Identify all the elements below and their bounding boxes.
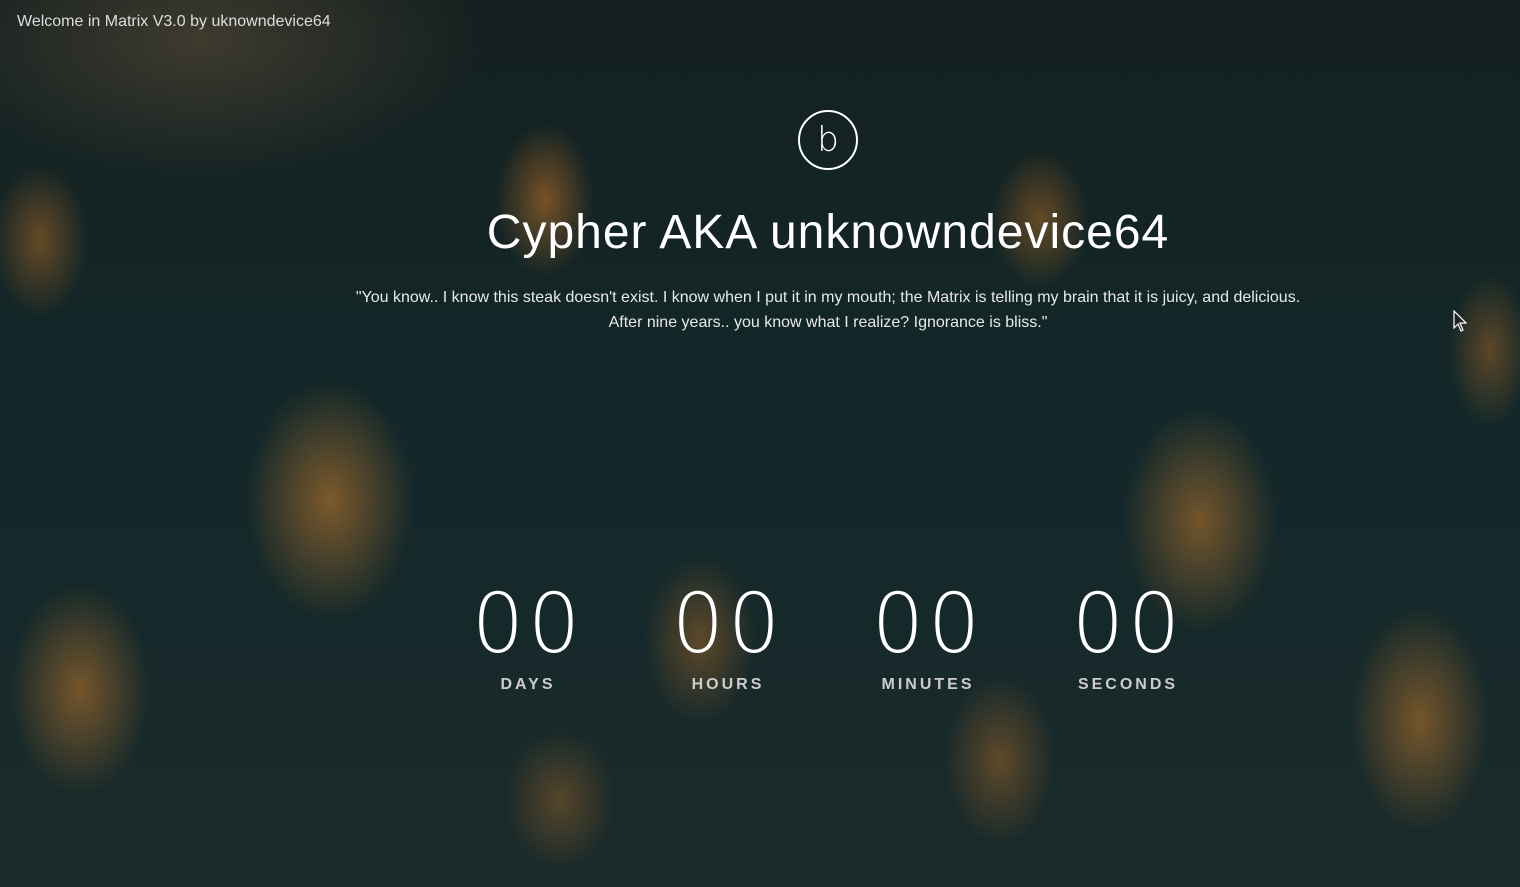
hours-value: 00 bbox=[671, 577, 785, 672]
seconds-label: SECONDS bbox=[1077, 676, 1179, 693]
minutes-label: MINUTES bbox=[881, 676, 975, 693]
days-label: DAYS bbox=[500, 676, 556, 693]
quote-line-2: After nine years.. you know what I reali… bbox=[608, 314, 1048, 331]
countdown-days: 00 DAYS bbox=[428, 580, 628, 694]
page-title: Cypher AKA unknowndevice64 bbox=[486, 206, 1170, 259]
welcome-text: Welcome in Matrix V3.0 by uknowndevice64 bbox=[17, 13, 331, 30]
countdown: 00 DAYS 00 HOURS 00 MINUTES 00 SECONDS bbox=[0, 580, 1520, 694]
days-value: 00 bbox=[471, 577, 585, 672]
countdown-minutes: 00 MINUTES bbox=[828, 580, 1028, 694]
mouse-cursor-icon bbox=[1453, 310, 1467, 332]
quote: "You know.. I know this steak doesn't ex… bbox=[0, 285, 1520, 335]
countdown-seconds: 00 SECONDS bbox=[1028, 580, 1228, 694]
minutes-value: 00 bbox=[871, 577, 985, 672]
countdown-hours: 00 HOURS bbox=[628, 580, 828, 694]
quote-line-1: "You know.. I know this steak doesn't ex… bbox=[355, 289, 1301, 306]
hours-label: HOURS bbox=[691, 676, 765, 693]
logo-letter: b bbox=[817, 120, 839, 160]
logo-icon: b bbox=[798, 110, 858, 170]
seconds-value: 00 bbox=[1071, 577, 1185, 672]
